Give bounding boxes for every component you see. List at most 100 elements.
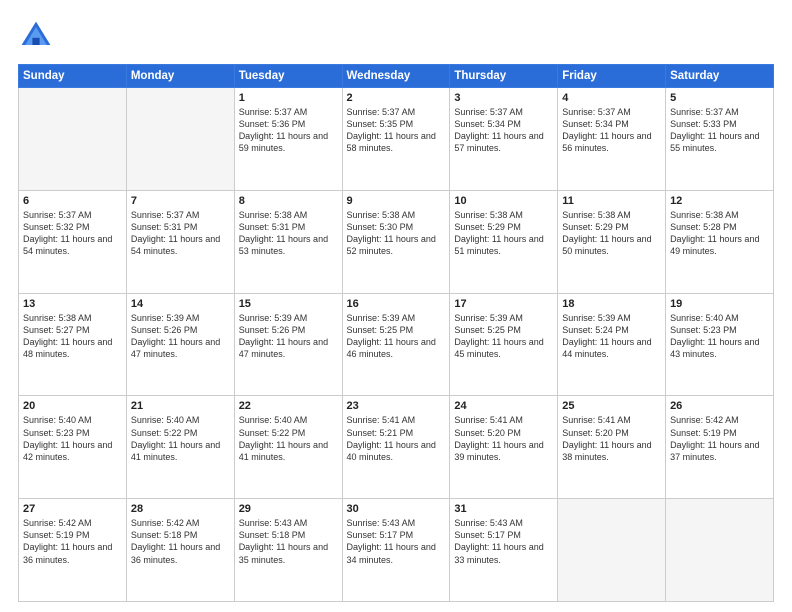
cell-text: Sunrise: 5:41 AM Sunset: 5:20 PM Dayligh… [562,414,661,463]
cell-text: Sunrise: 5:43 AM Sunset: 5:18 PM Dayligh… [239,517,338,566]
day-number: 15 [239,298,338,310]
weekday-header-monday: Monday [126,65,234,88]
cell-text: Sunrise: 5:42 AM Sunset: 5:19 PM Dayligh… [23,517,122,566]
weekday-header-thursday: Thursday [450,65,558,88]
day-number: 14 [131,298,230,310]
calendar-cell: 30 Sunrise: 5:43 AM Sunset: 5:17 PM Dayli… [342,499,450,602]
weekday-header-friday: Friday [558,65,666,88]
cell-text: Sunrise: 5:42 AM Sunset: 5:19 PM Dayligh… [670,414,769,463]
day-number: 8 [239,195,338,207]
day-number: 26 [670,400,769,412]
day-number: 28 [131,503,230,515]
cell-text: Sunrise: 5:40 AM Sunset: 5:23 PM Dayligh… [670,312,769,361]
calendar-cell: 29Sunrise: 5:43 AM Sunset: 5:18 PM Dayli… [234,499,342,602]
calendar-cell: 15Sunrise: 5:39 AM Sunset: 5:26 PM Dayli… [234,293,342,396]
cell-text: Sunrise: 5:37 AM Sunset: 5:35 PM Dayligh… [347,106,446,155]
calendar-cell: 31 Sunrise: 5:43 AM Sunset: 5:17 PM Dayli… [450,499,558,602]
calendar-cell: 24Sunrise: 5:41 AM Sunset: 5:20 PM Dayli… [450,396,558,499]
day-number: 7 [131,195,230,207]
cell-text: Sunrise: 5:43 AM Sunset: 5:17 PM Dayligh… [347,517,446,566]
calendar-cell: 23Sunrise: 5:41 AM Sunset: 5:21 PM Dayli… [342,396,450,499]
cell-text: Sunrise: 5:38 AM Sunset: 5:29 PM Dayligh… [454,209,553,258]
calendar-cell: 21 Sunrise: 5:40 AM Sunset: 5:22 PM Dayli… [126,396,234,499]
calendar-cell: 11 Sunrise: 5:38 AM Sunset: 5:29 PM Dayli… [558,190,666,293]
day-number: 19 [670,298,769,310]
calendar-week-1: 1 Sunrise: 5:37 AM Sunset: 5:36 PM Daylig… [19,88,774,191]
calendar-cell: 8 Sunrise: 5:38 AM Sunset: 5:31 PM Daylig… [234,190,342,293]
calendar-cell [666,499,774,602]
day-number: 1 [239,92,338,104]
weekday-header-saturday: Saturday [666,65,774,88]
calendar-cell: 1 Sunrise: 5:37 AM Sunset: 5:36 PM Daylig… [234,88,342,191]
header [18,18,774,54]
cell-text: Sunrise: 5:37 AM Sunset: 5:33 PM Dayligh… [670,106,769,155]
cell-text: Sunrise: 5:38 AM Sunset: 5:31 PM Dayligh… [239,209,338,258]
calendar-cell [19,88,127,191]
calendar-cell: 19 Sunrise: 5:40 AM Sunset: 5:23 PM Dayli… [666,293,774,396]
cell-text: Sunrise: 5:43 AM Sunset: 5:17 PM Dayligh… [454,517,553,566]
day-number: 18 [562,298,661,310]
cell-text: Sunrise: 5:37 AM Sunset: 5:32 PM Dayligh… [23,209,122,258]
calendar-cell: 6 Sunrise: 5:37 AM Sunset: 5:32 PM Daylig… [19,190,127,293]
calendar-week-5: 27 Sunrise: 5:42 AM Sunset: 5:19 PM Dayli… [19,499,774,602]
cell-text: Sunrise: 5:41 AM Sunset: 5:20 PM Dayligh… [454,414,553,463]
calendar-cell: 20 Sunrise: 5:40 AM Sunset: 5:23 PM Dayli… [19,396,127,499]
day-number: 22 [239,400,338,412]
calendar-cell: 14 Sunrise: 5:39 AM Sunset: 5:26 PM Dayli… [126,293,234,396]
calendar-cell: 17 Sunrise: 5:39 AM Sunset: 5:25 PM Dayli… [450,293,558,396]
cell-text: Sunrise: 5:41 AM Sunset: 5:21 PM Dayligh… [347,414,446,463]
day-number: 13 [23,298,122,310]
cell-text: Sunrise: 5:39 AM Sunset: 5:24 PM Dayligh… [562,312,661,361]
day-number: 30 [347,503,446,515]
calendar-cell [126,88,234,191]
day-number: 9 [347,195,446,207]
day-number: 16 [347,298,446,310]
cell-text: Sunrise: 5:37 AM Sunset: 5:34 PM Dayligh… [562,106,661,155]
calendar-cell: 9 Sunrise: 5:38 AM Sunset: 5:30 PM Daylig… [342,190,450,293]
day-number: 31 [454,503,553,515]
cell-text: Sunrise: 5:40 AM Sunset: 5:22 PM Dayligh… [131,414,230,463]
calendar-cell: 25 Sunrise: 5:41 AM Sunset: 5:20 PM Dayli… [558,396,666,499]
page: SundayMondayTuesdayWednesdayThursdayFrid… [0,0,792,612]
day-number: 2 [347,92,446,104]
calendar-cell: 18 Sunrise: 5:39 AM Sunset: 5:24 PM Dayli… [558,293,666,396]
day-number: 4 [562,92,661,104]
cell-text: Sunrise: 5:37 AM Sunset: 5:31 PM Dayligh… [131,209,230,258]
weekday-header-wednesday: Wednesday [342,65,450,88]
day-number: 10 [454,195,553,207]
day-number: 27 [23,503,122,515]
calendar-cell [558,499,666,602]
day-number: 25 [562,400,661,412]
calendar-cell: 27 Sunrise: 5:42 AM Sunset: 5:19 PM Dayli… [19,499,127,602]
cell-text: Sunrise: 5:42 AM Sunset: 5:18 PM Dayligh… [131,517,230,566]
cell-text: Sunrise: 5:39 AM Sunset: 5:25 PM Dayligh… [454,312,553,361]
logo-icon [18,18,54,54]
calendar-week-2: 6 Sunrise: 5:37 AM Sunset: 5:32 PM Daylig… [19,190,774,293]
cell-text: Sunrise: 5:37 AM Sunset: 5:34 PM Dayligh… [454,106,553,155]
cell-text: Sunrise: 5:40 AM Sunset: 5:23 PM Dayligh… [23,414,122,463]
calendar-cell: 22 Sunrise: 5:40 AM Sunset: 5:22 PM Dayli… [234,396,342,499]
cell-text: Sunrise: 5:38 AM Sunset: 5:29 PM Dayligh… [562,209,661,258]
cell-text: Sunrise: 5:39 AM Sunset: 5:25 PM Dayligh… [347,312,446,361]
cell-text: Sunrise: 5:39 AM Sunset: 5:26 PM Dayligh… [131,312,230,361]
day-number: 11 [562,195,661,207]
day-number: 6 [23,195,122,207]
calendar-cell: 5 Sunrise: 5:37 AM Sunset: 5:33 PM Daylig… [666,88,774,191]
calendar-cell: 28 Sunrise: 5:42 AM Sunset: 5:18 PM Dayli… [126,499,234,602]
calendar-cell: 12Sunrise: 5:38 AM Sunset: 5:28 PM Dayli… [666,190,774,293]
cell-text: Sunrise: 5:38 AM Sunset: 5:30 PM Dayligh… [347,209,446,258]
weekday-header-tuesday: Tuesday [234,65,342,88]
calendar-week-4: 20 Sunrise: 5:40 AM Sunset: 5:23 PM Dayli… [19,396,774,499]
calendar-header-row: SundayMondayTuesdayWednesdayThursdayFrid… [19,65,774,88]
cell-text: Sunrise: 5:37 AM Sunset: 5:36 PM Dayligh… [239,106,338,155]
day-number: 21 [131,400,230,412]
calendar-cell: 4 Sunrise: 5:37 AM Sunset: 5:34 PM Daylig… [558,88,666,191]
day-number: 5 [670,92,769,104]
day-number: 20 [23,400,122,412]
calendar-cell: 2 Sunrise: 5:37 AM Sunset: 5:35 PM Daylig… [342,88,450,191]
day-number: 17 [454,298,553,310]
day-number: 3 [454,92,553,104]
calendar-cell: 26 Sunrise: 5:42 AM Sunset: 5:19 PM Dayli… [666,396,774,499]
calendar-cell: 13Sunrise: 5:38 AM Sunset: 5:27 PM Dayli… [19,293,127,396]
cell-text: Sunrise: 5:40 AM Sunset: 5:22 PM Dayligh… [239,414,338,463]
